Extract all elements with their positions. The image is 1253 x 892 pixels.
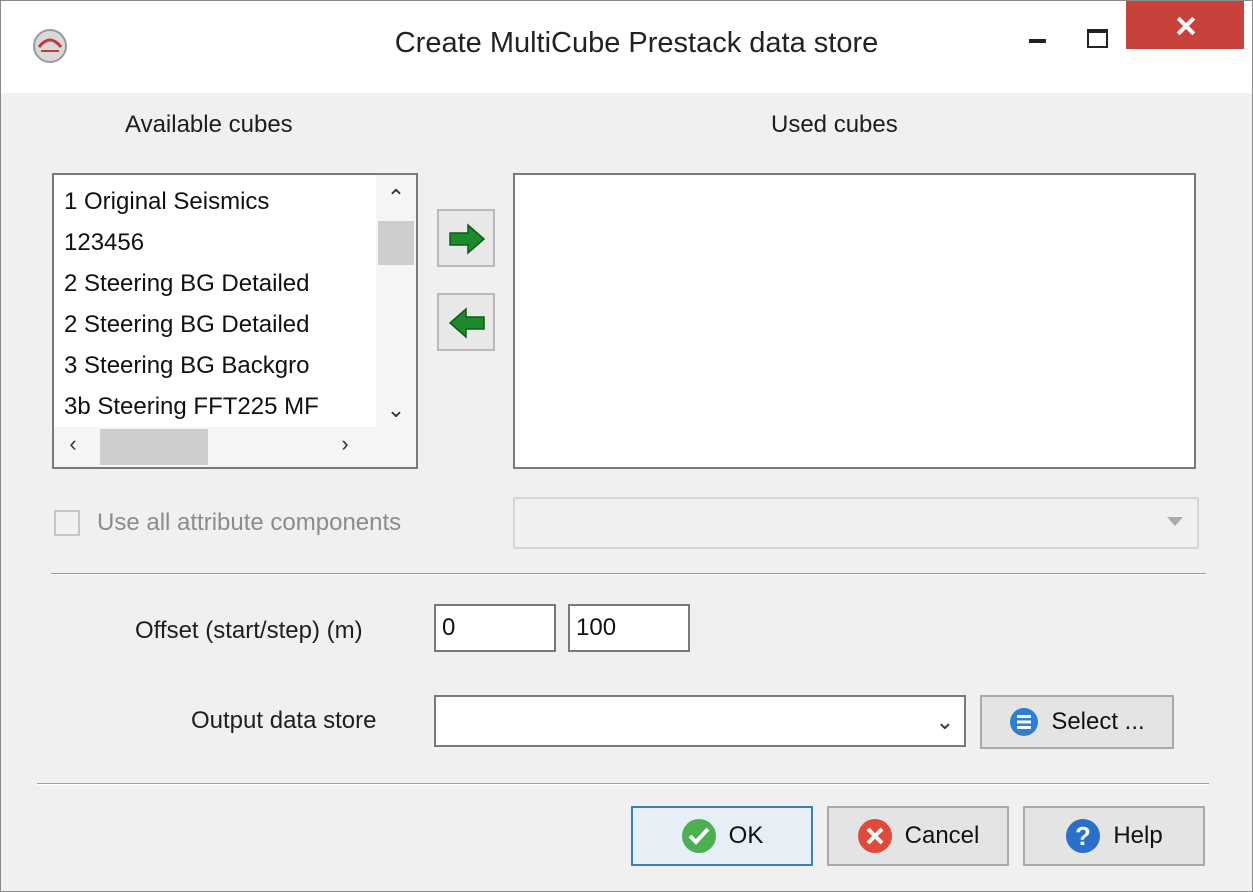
available-cubes-label: Available cubes: [125, 111, 293, 138]
offset-step-input[interactable]: 100: [568, 604, 690, 652]
remove-from-used-button[interactable]: [437, 293, 495, 351]
cancel-button[interactable]: Cancel: [827, 806, 1009, 866]
window-title: Create MultiCube Prestack data store: [394, 27, 879, 59]
cancel-button-label: Cancel: [904, 822, 980, 849]
dialog-window: Create MultiCube Prestack data store Ava…: [0, 0, 1253, 892]
separator: [51, 573, 1206, 575]
help-button-label: Help: [1113, 822, 1163, 849]
select-button-label: Select ...: [1051, 708, 1145, 735]
left-arrow-icon: [448, 307, 485, 339]
list-item[interactable]: 3 Steering BG Backgro: [54, 345, 376, 386]
use-all-components-checkbox[interactable]: [54, 510, 80, 536]
select-button[interactable]: Select ...: [980, 695, 1174, 749]
title-bar: Create MultiCube Prestack data store: [1, 1, 1252, 93]
vertical-scroll-thumb[interactable]: [378, 221, 414, 265]
scroll-down-icon[interactable]: ⌄: [376, 397, 416, 423]
horizontal-scrollbar[interactable]: ‹ ›: [54, 427, 416, 467]
ok-button-label: OK: [728, 822, 764, 849]
available-cubes-list[interactable]: 1 Original Seismics 123456 2 Steering BG…: [52, 173, 418, 469]
components-dropdown[interactable]: [513, 497, 1199, 549]
svg-text:?: ?: [1075, 821, 1091, 851]
right-arrow-icon: [449, 223, 486, 255]
list-item[interactable]: 123456: [54, 222, 376, 263]
help-button[interactable]: ? Help: [1023, 806, 1205, 866]
available-cubes-items: 1 Original Seismics 123456 2 Steering BG…: [54, 181, 376, 421]
used-cubes-list[interactable]: [513, 173, 1196, 469]
vertical-scrollbar[interactable]: ⌃ ⌄: [376, 175, 416, 427]
use-all-components-label: Use all attribute components: [97, 509, 402, 536]
ok-button[interactable]: OK: [631, 806, 813, 866]
minimize-button[interactable]: [1011, 1, 1061, 61]
help-icon: ?: [1066, 819, 1101, 853]
offset-label: Offset (start/step) (m): [135, 617, 363, 644]
add-to-used-button[interactable]: [437, 209, 495, 267]
output-data-store-combo[interactable]: ⌄: [434, 695, 966, 747]
list-item[interactable]: 2 Steering BG Detailed: [54, 263, 376, 304]
scroll-left-icon[interactable]: ‹: [58, 431, 88, 457]
scroll-right-icon[interactable]: ›: [330, 431, 360, 457]
offset-start-input[interactable]: 0: [434, 604, 556, 652]
used-cubes-label: Used cubes: [771, 111, 898, 138]
separator: [37, 783, 1209, 785]
maximize-button[interactable]: [1069, 1, 1121, 61]
list-item[interactable]: 2 Steering BG Detailed: [54, 304, 376, 345]
cancel-icon: [857, 819, 892, 853]
list-icon: [1010, 708, 1039, 736]
horizontal-scroll-thumb[interactable]: [100, 429, 208, 465]
check-icon: [681, 819, 716, 853]
dropdown-arrow-icon: [1167, 517, 1183, 526]
output-data-store-label: Output data store: [191, 707, 377, 734]
list-item[interactable]: 3b Steering FFT225 MF: [54, 386, 376, 421]
scroll-up-icon[interactable]: ⌃: [376, 185, 416, 211]
chevron-down-icon: ⌄: [935, 709, 954, 734]
list-item[interactable]: 1 Original Seismics: [54, 181, 376, 222]
close-button[interactable]: [1126, 1, 1244, 49]
